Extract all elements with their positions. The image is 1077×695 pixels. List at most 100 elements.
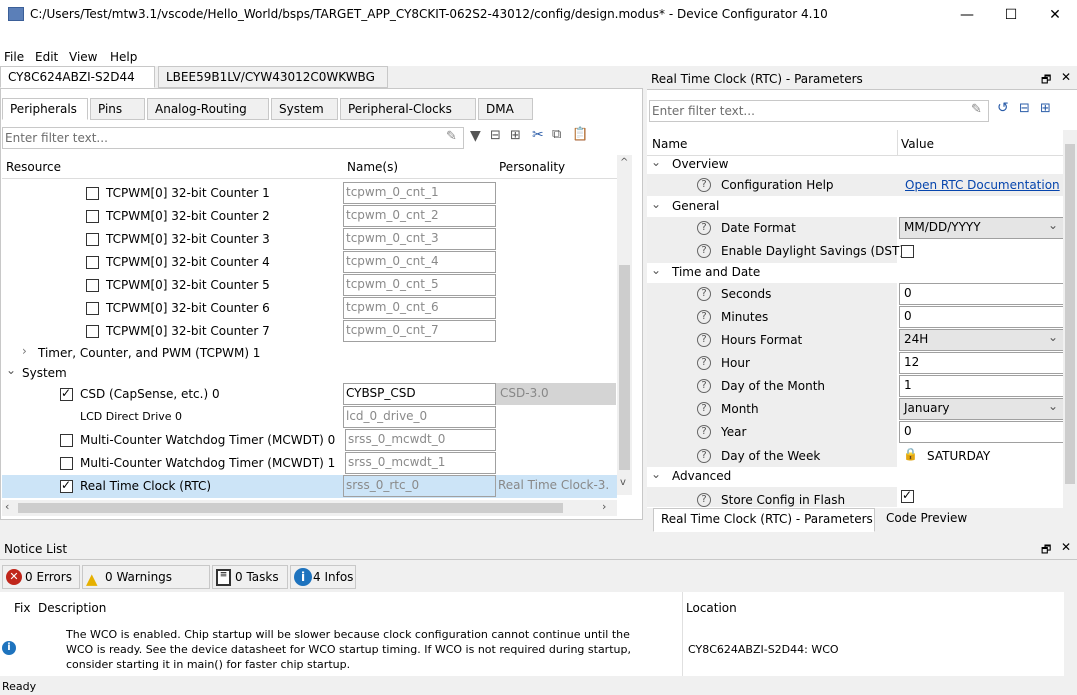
menu-help[interactable]: Help bbox=[110, 50, 137, 64]
help-icon[interactable]: ? bbox=[697, 178, 711, 192]
resource-name-field[interactable]: tcpwm_0_cnt_7 bbox=[343, 320, 496, 342]
chevron-down-icon[interactable]: ⌄ bbox=[651, 197, 661, 211]
date-format-select[interactable]: MM/DD/YYYY ⌄ bbox=[899, 217, 1065, 239]
tab-parameters[interactable]: Real Time Clock (RTC) - Parameters bbox=[653, 508, 875, 532]
reset-icon[interactable]: ↺ bbox=[997, 100, 1009, 116]
left-horizontal-scrollbar[interactable]: ‹ › bbox=[2, 500, 617, 516]
help-icon[interactable]: ? bbox=[697, 221, 711, 235]
help-icon[interactable]: ? bbox=[697, 425, 711, 439]
resource-checkbox[interactable] bbox=[60, 457, 73, 470]
system-group-row[interactable]: ⌄ System bbox=[2, 363, 617, 383]
eraser-icon[interactable]: ✎ bbox=[971, 102, 982, 117]
resource-row[interactable]: Multi-Counter Watchdog Timer (MCWDT) 0 s… bbox=[2, 429, 617, 452]
store-config-checkbox[interactable] bbox=[901, 488, 914, 503]
params-vertical-scrollbar[interactable] bbox=[1063, 130, 1077, 508]
seconds-input[interactable]: 0 bbox=[899, 283, 1065, 305]
resource-row[interactable]: TCPWM[0] 32-bit Counter 4 tcpwm_0_cnt_4 bbox=[2, 251, 617, 274]
menu-view[interactable]: View bbox=[69, 50, 97, 64]
resource-checkbox[interactable] bbox=[86, 325, 99, 338]
resource-row[interactable]: CSD (CapSense, etc.) 0 CYBSP_CSD CSD-3.0 bbox=[2, 383, 617, 406]
resource-row[interactable]: TCPWM[0] 32-bit Counter 6 tcpwm_0_cnt_6 bbox=[2, 297, 617, 320]
resource-name-field[interactable]: tcpwm_0_cnt_4 bbox=[343, 251, 496, 273]
resource-name-field[interactable]: tcpwm_0_cnt_6 bbox=[343, 297, 496, 319]
help-icon[interactable]: ? bbox=[697, 287, 711, 301]
eraser-icon[interactable]: ✎ bbox=[446, 129, 457, 144]
collapse-all-icon[interactable]: ⊟ bbox=[490, 128, 501, 143]
resource-row[interactable]: TCPWM[0] 32-bit Counter 7 tcpwm_0_cnt_7 bbox=[2, 320, 617, 343]
resource-checkbox[interactable] bbox=[86, 187, 99, 200]
hour-input[interactable]: 12 bbox=[899, 352, 1065, 374]
resource-name-field[interactable]: tcpwm_0_cnt_2 bbox=[343, 205, 496, 227]
maximize-button[interactable]: ☐ bbox=[989, 2, 1033, 28]
errors-filter-button[interactable]: ✕ 0 Errors bbox=[2, 565, 80, 589]
month-select[interactable]: January ⌄ bbox=[899, 398, 1065, 420]
menu-edit[interactable]: Edit bbox=[35, 50, 58, 64]
tab-dma[interactable]: DMA bbox=[478, 98, 533, 120]
resource-name-field[interactable]: lcd_0_drive_0 bbox=[343, 406, 496, 428]
tab-analog-routing[interactable]: Analog-Routing bbox=[147, 98, 269, 120]
help-icon[interactable]: ? bbox=[697, 493, 711, 507]
resource-name-field[interactable]: tcpwm_0_cnt_3 bbox=[343, 228, 496, 250]
copy-icon[interactable]: ⧉ bbox=[552, 127, 561, 142]
resource-name-field[interactable]: tcpwm_0_cnt_1 bbox=[343, 182, 496, 204]
tasks-filter-button[interactable]: ≡ 0 Tasks bbox=[212, 565, 288, 589]
help-icon[interactable]: ? bbox=[697, 449, 711, 463]
chevron-down-icon[interactable]: ⌄ bbox=[651, 467, 661, 481]
expand-all-icon[interactable]: ⊞ bbox=[510, 128, 521, 143]
infos-filter-button[interactable]: i 4 Infos bbox=[290, 565, 356, 589]
resource-checkbox[interactable] bbox=[60, 434, 73, 447]
resource-row[interactable]: TCPWM[0] 32-bit Counter 5 tcpwm_0_cnt_5 bbox=[2, 274, 617, 297]
tab-pins[interactable]: Pins bbox=[90, 98, 145, 120]
expand-all-icon[interactable]: ⊞ bbox=[1040, 101, 1051, 116]
minimize-button[interactable]: — bbox=[945, 2, 989, 28]
tcpwm1-group-row[interactable]: › Timer, Counter, and PWM (TCPWM) 1 bbox=[2, 343, 617, 363]
resource-checkbox[interactable] bbox=[86, 302, 99, 315]
left-filter-input[interactable]: Enter filter text... bbox=[2, 127, 464, 149]
hours-format-select[interactable]: 24H ⌄ bbox=[899, 329, 1065, 351]
resource-row[interactable]: LCD Direct Drive 0 lcd_0_drive_0 bbox=[2, 406, 617, 429]
day-of-month-input[interactable]: 1 bbox=[899, 375, 1065, 397]
resource-checkbox[interactable] bbox=[60, 386, 73, 401]
resource-name-field[interactable]: CYBSP_CSD bbox=[343, 383, 496, 405]
resource-row-selected[interactable]: Real Time Clock (RTC) srss_0_rtc_0 Real … bbox=[2, 475, 617, 498]
resource-name-field[interactable]: tcpwm_0_cnt_5 bbox=[343, 274, 496, 296]
notice-row[interactable]: i The WCO is enabled. Chip startup will … bbox=[0, 624, 1064, 676]
collapse-all-icon[interactable]: ⊟ bbox=[1019, 101, 1030, 116]
resource-name-field[interactable]: srss_0_rtc_0 bbox=[343, 475, 496, 497]
help-icon[interactable]: ? bbox=[697, 244, 711, 258]
tab-code-preview[interactable]: Code Preview bbox=[879, 508, 979, 532]
minutes-input[interactable]: 0 bbox=[899, 306, 1065, 328]
warnings-filter-button[interactable]: ▲ 0 Warnings bbox=[82, 565, 210, 589]
rtc-documentation-link[interactable]: Open RTC Documentation bbox=[905, 178, 1060, 192]
tab-peripheral-clocks[interactable]: Peripheral-Clocks bbox=[340, 98, 476, 120]
resource-checkbox[interactable] bbox=[60, 478, 73, 493]
chevron-right-icon[interactable]: › bbox=[22, 344, 27, 358]
float-icon[interactable]: 🗗 bbox=[1041, 541, 1051, 560]
notice-vertical-scrollbar[interactable] bbox=[1064, 592, 1077, 676]
resource-row[interactable]: TCPWM[0] 32-bit Counter 3 tcpwm_0_cnt_3 bbox=[2, 228, 617, 251]
chevron-down-icon[interactable]: ⌄ bbox=[651, 263, 661, 277]
tab-system[interactable]: System bbox=[271, 98, 338, 120]
parameters-filter-input[interactable]: Enter filter text... bbox=[649, 100, 989, 122]
resource-checkbox[interactable] bbox=[86, 233, 99, 246]
help-icon[interactable]: ? bbox=[697, 310, 711, 324]
resource-checkbox[interactable] bbox=[86, 279, 99, 292]
resource-personality[interactable]: Real Time Clock-3.0 bbox=[496, 475, 608, 497]
tab-peripherals[interactable]: Peripherals bbox=[2, 98, 88, 120]
resource-row[interactable]: TCPWM[0] 32-bit Counter 2 tcpwm_0_cnt_2 bbox=[2, 205, 617, 228]
tab-device-mcu[interactable]: CY8C624ABZI-S2D44 bbox=[0, 66, 155, 88]
year-input[interactable]: 0 bbox=[899, 421, 1065, 443]
resource-name-field[interactable]: srss_0_mcwdt_0 bbox=[345, 429, 496, 451]
paste-icon[interactable]: 📋 bbox=[572, 127, 588, 142]
chevron-down-icon[interactable]: ⌄ bbox=[6, 363, 16, 377]
close-button[interactable]: ✕ bbox=[1033, 2, 1077, 28]
filter-icon[interactable]: ▼ bbox=[470, 128, 481, 144]
left-vertical-scrollbar[interactable]: ^ v bbox=[617, 155, 632, 495]
chevron-down-icon[interactable]: ⌄ bbox=[651, 155, 661, 169]
resource-checkbox[interactable] bbox=[86, 256, 99, 269]
resource-name-field[interactable]: srss_0_mcwdt_1 bbox=[345, 452, 496, 474]
resource-row[interactable]: TCPWM[0] 32-bit Counter 1 tcpwm_0_cnt_1 bbox=[2, 182, 617, 205]
help-icon[interactable]: ? bbox=[697, 356, 711, 370]
resource-personality[interactable]: CSD-3.0 bbox=[496, 383, 616, 405]
help-icon[interactable]: ? bbox=[697, 333, 711, 347]
